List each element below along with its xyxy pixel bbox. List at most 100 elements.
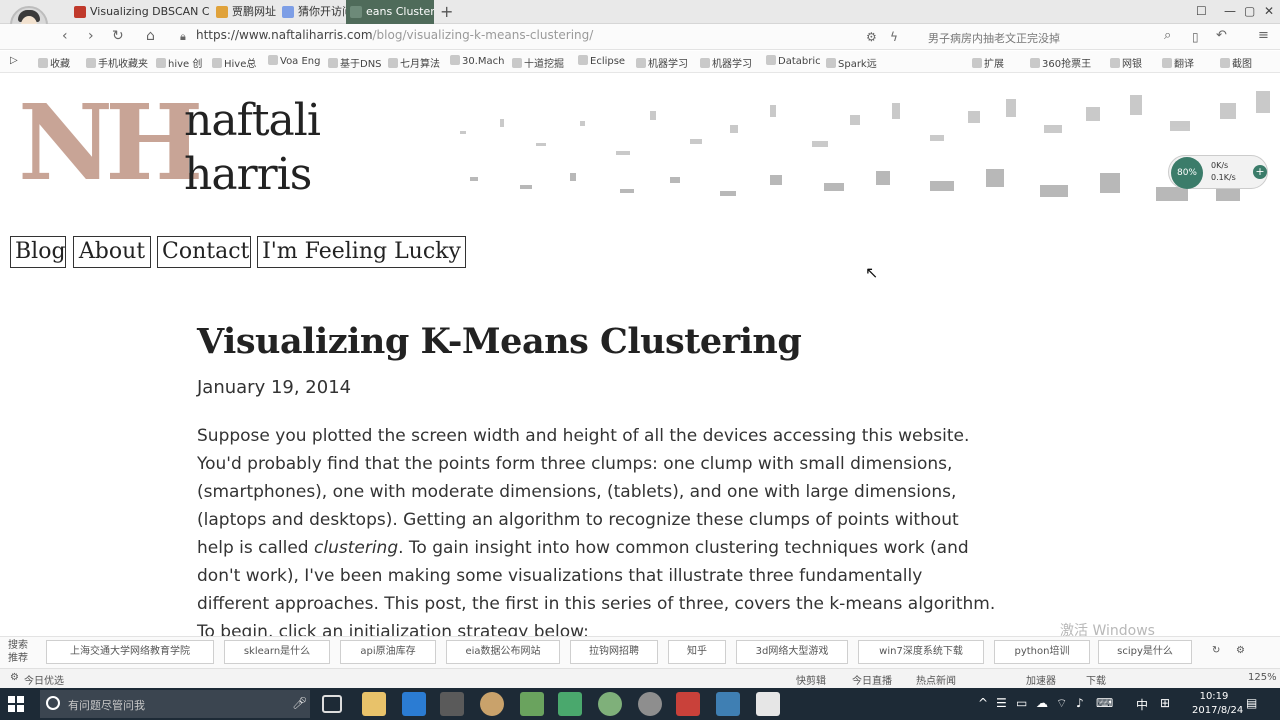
media-icon[interactable] bbox=[638, 692, 662, 716]
bookmark-item[interactable]: 基于DNS bbox=[328, 55, 382, 70]
today-picks[interactable]: 今日优选 bbox=[24, 672, 64, 687]
hot-search-item[interactable]: 3d网络大型游戏 bbox=[736, 640, 848, 664]
bookmark-item[interactable]: Voa Eng bbox=[268, 55, 321, 67]
bookmark-item[interactable]: Eclipse bbox=[578, 55, 625, 67]
hot-search-item[interactable]: python培训 bbox=[994, 640, 1090, 664]
system-clock[interactable]: 10:19 2017/8/24 bbox=[1192, 690, 1243, 718]
maximize-icon[interactable]: ▢ bbox=[1244, 4, 1255, 18]
bookmark-item[interactable]: 机器学习 bbox=[636, 55, 688, 70]
bank-icon bbox=[1110, 58, 1120, 68]
hot-search-item[interactable]: 知乎 bbox=[668, 640, 726, 664]
wifi-icon[interactable]: ⌔ bbox=[1056, 696, 1067, 711]
bookmark-right-item[interactable]: 截图 bbox=[1220, 55, 1252, 70]
hot-search-item[interactable]: scipy是什么 bbox=[1098, 640, 1192, 664]
browser-status-bar: ⚙ 今日优选 快剪辑 今日直播 热点新闻 加速器 下载 125% bbox=[0, 668, 1280, 688]
notification-icon[interactable]: ▤ bbox=[1246, 696, 1257, 710]
bookmark-item[interactable]: 手机收藏夹 bbox=[86, 55, 148, 70]
network-speed-widget[interactable]: 80% 0K/s 0.1K/s + bbox=[1168, 155, 1268, 189]
editor-icon[interactable] bbox=[756, 692, 780, 716]
hot-search-item[interactable]: 拉钩网招聘 bbox=[570, 640, 658, 664]
status-item[interactable]: 热点新闻 bbox=[916, 672, 956, 687]
logo-first-name[interactable]: naftali bbox=[184, 99, 321, 143]
search-hint[interactable]: 男子病房内抽老文正完没掉 bbox=[928, 30, 1060, 46]
bookmark-item[interactable]: 七月算法 bbox=[388, 55, 440, 70]
extension-icon[interactable]: ⚙ bbox=[866, 30, 877, 44]
tab-dbscan[interactable]: Visualizing DBSCAN Cluste bbox=[70, 0, 210, 24]
edge-icon[interactable] bbox=[402, 692, 426, 716]
store-icon[interactable] bbox=[440, 692, 464, 716]
hot-search-item[interactable]: sklearn是什么 bbox=[224, 640, 330, 664]
home-icon[interactable]: ⌂ bbox=[146, 28, 155, 44]
bookmark-item[interactable]: Databric bbox=[766, 55, 821, 67]
status-item[interactable]: 加速器 bbox=[1026, 672, 1056, 687]
zoom-level[interactable]: 125% bbox=[1248, 672, 1277, 683]
bookmark-item[interactable]: 十道挖掘 bbox=[512, 55, 564, 70]
bookmark-right-item[interactable]: 翻译 bbox=[1162, 55, 1194, 70]
windows-taskbar: 有问题尽管问我 🎤︎ ^ ☰ ▭ ☁ ⌔ ♪ ⌨ 中 ⊞ 10:19 2017/… bbox=[0, 688, 1280, 720]
nav-feeling-lucky-button[interactable]: I'm Feeling Lucky bbox=[257, 236, 466, 268]
settings-icon[interactable]: ⚙ bbox=[1236, 645, 1245, 656]
lightning-icon[interactable]: ϟ bbox=[890, 30, 898, 44]
hot-search-item[interactable]: win7深度系统下载 bbox=[858, 640, 984, 664]
nav-blog-button[interactable]: Blog bbox=[10, 236, 66, 268]
network-icon[interactable]: ☰ bbox=[996, 696, 1007, 710]
app-icon[interactable] bbox=[558, 692, 582, 716]
task-view-icon[interactable] bbox=[322, 695, 342, 713]
url-host: https://www.naftaliharris.com bbox=[196, 28, 373, 42]
folder-icon bbox=[636, 58, 646, 68]
logo-initials[interactable]: NH bbox=[18, 91, 203, 195]
reload-icon[interactable]: ↻ bbox=[112, 28, 124, 44]
hot-search-item[interactable]: eia数据公布网站 bbox=[446, 640, 560, 664]
status-item[interactable]: 今日直播 bbox=[852, 672, 892, 687]
minimize-icon[interactable]: — bbox=[1224, 4, 1236, 18]
hot-search-item[interactable]: api原油库存 bbox=[340, 640, 436, 664]
undo-icon[interactable]: ↶ bbox=[1216, 28, 1227, 43]
search-icon[interactable]: ⌕ bbox=[1164, 28, 1171, 43]
ime-switch-icon[interactable]: ⊞ bbox=[1160, 696, 1170, 710]
hot-search-item[interactable]: 上海交通大学网络教育学院 bbox=[46, 640, 214, 664]
tray-up-arrow-icon[interactable]: ^ bbox=[978, 696, 988, 710]
remote-icon[interactable] bbox=[716, 692, 740, 716]
microphone-icon[interactable]: 🎤︎ bbox=[292, 696, 307, 710]
ime-keyboard-icon[interactable]: ⌨ bbox=[1096, 696, 1113, 710]
bookmark-right-item[interactable]: 360抢票王 bbox=[1030, 55, 1091, 70]
bookmark-item[interactable]: 机器学习 bbox=[700, 55, 752, 70]
refresh-icon[interactable]: ↻ bbox=[1212, 645, 1220, 656]
bookmarks-toggle-icon[interactable]: ▷ bbox=[10, 55, 18, 66]
status-item[interactable]: 快剪辑 bbox=[796, 672, 826, 687]
more-icon[interactable]: ≡ bbox=[1258, 28, 1269, 43]
status-item[interactable]: 下载 bbox=[1086, 672, 1106, 687]
nav-about-button[interactable]: About bbox=[73, 236, 151, 268]
phone-icon[interactable]: ▯ bbox=[1192, 30, 1199, 44]
bookmark-item[interactable]: 收藏 bbox=[38, 55, 70, 70]
volume-icon[interactable]: ♪ bbox=[1076, 696, 1084, 710]
bookmark-right-item[interactable]: 扩展 bbox=[972, 55, 1004, 70]
tab-kmeans-active[interactable]: eans Clusterin bbox=[346, 0, 434, 24]
back-icon[interactable]: ‹ bbox=[62, 28, 68, 44]
nav-contact-button[interactable]: Contact bbox=[157, 236, 251, 268]
logo-last-name[interactable]: harris bbox=[184, 153, 312, 197]
tab-guess[interactable]: 猜你开访问 bbox=[278, 0, 346, 24]
cloud-icon[interactable]: ☁ bbox=[1036, 696, 1048, 710]
site-header: NH naftali harris 80% 0K/s 0.1K/s + bbox=[0, 73, 1280, 223]
bookmark-item[interactable]: Spark远 bbox=[826, 55, 877, 70]
menu-icon[interactable]: ☐ bbox=[1196, 4, 1207, 18]
bookmark-item[interactable]: hive 创 bbox=[156, 55, 202, 70]
new-tab-button[interactable]: + bbox=[440, 2, 453, 21]
url-field[interactable]: https://www.naftaliharris.com/blog/visua… bbox=[196, 28, 593, 42]
terminal-icon[interactable] bbox=[520, 692, 544, 716]
ime-language[interactable]: 中 bbox=[1136, 696, 1148, 713]
close-icon[interactable]: ✕ bbox=[1264, 4, 1274, 18]
bookmark-right-item[interactable]: 网银 bbox=[1110, 55, 1142, 70]
tab-jiapeng[interactable]: 贾鹏网址 bbox=[212, 0, 278, 24]
pdf-icon[interactable] bbox=[676, 692, 700, 716]
chrome-like-icon[interactable] bbox=[480, 692, 504, 716]
plus-icon[interactable]: + bbox=[1253, 165, 1267, 179]
forward-icon[interactable]: › bbox=[88, 28, 94, 44]
windows-start-icon[interactable] bbox=[8, 696, 24, 712]
bookmark-item[interactable]: 30.Mach bbox=[450, 55, 505, 67]
bookmark-item[interactable]: Hive总 bbox=[212, 55, 256, 70]
cortana-search-box[interactable]: 有问题尽管问我 🎤︎ bbox=[40, 690, 310, 718]
file-explorer-icon[interactable] bbox=[362, 692, 386, 716]
browser-360-icon[interactable] bbox=[598, 692, 622, 716]
